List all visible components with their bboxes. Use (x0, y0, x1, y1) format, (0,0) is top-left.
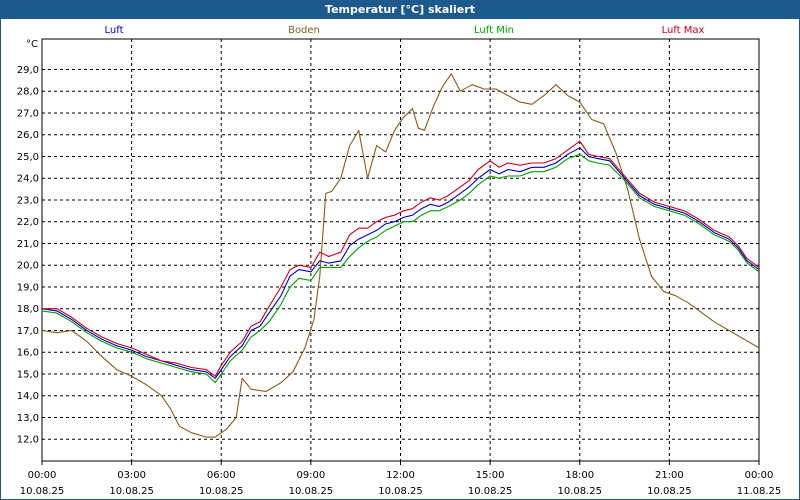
y-tick-label: 17,0 (17, 326, 39, 337)
x-tick-time: 00:00 (745, 470, 774, 481)
y-tick-label: 23,0 (17, 195, 39, 206)
y-tick-label: 15,0 (17, 369, 39, 380)
y-tick-label: 20,0 (17, 261, 39, 272)
x-tick-time: 18:00 (565, 470, 594, 481)
x-tick-date: 10.08.25 (199, 486, 244, 497)
x-tick-date: 11.08.25 (737, 486, 782, 497)
x-tick-date: 10.08.25 (468, 486, 513, 497)
y-tick-label: 28,0 (17, 87, 39, 98)
y-tick-labels: 12,0 13,0 14,0 15,0 16,0 17,0 18,0 19,0 20,0 21,0… (17, 65, 39, 446)
x-tick-date: 10.08.25 (289, 486, 334, 497)
legend-entry: Boden (288, 25, 320, 36)
temperature-chart: 12,0 13,0 14,0 15,0 16,0 17,0 18,0 19,0 20,0 21,0… (17, 25, 782, 497)
y-tick-label: 19,0 (17, 282, 39, 293)
legend-entry: Luft Max (662, 25, 705, 36)
y-tick-label: 26,0 (17, 130, 39, 141)
window-title: Temperatur [°C] skaliert (1, 1, 799, 19)
x-tick-time: 09:00 (296, 470, 325, 481)
x-tick-date: 10.08.25 (109, 486, 154, 497)
x-tick-time: 21:00 (655, 470, 684, 481)
y-tick-label: 18,0 (17, 304, 39, 315)
x-tick-labels: 00:00 10.08.25 03:00 10.08.25 06:00 10.08.25 0… (20, 470, 782, 497)
x-tick-date: 10.08.25 (647, 486, 692, 497)
legend: Luft Boden Luft Min Luft Max (105, 25, 705, 36)
y-tick-label: 22,0 (17, 217, 39, 228)
chart-window: Temperatur [°C] skaliert 12,0 13,0 14,0 15,… (0, 0, 800, 500)
y-tick-label: 16,0 (17, 348, 39, 359)
y-tick-label: 25,0 (17, 152, 39, 163)
x-tick-time: 03:00 (117, 470, 146, 481)
legend-entry: Luft (105, 25, 124, 36)
legend-entry: Luft Min (474, 25, 514, 36)
x-tick-date: 10.08.25 (378, 486, 423, 497)
x-tick-time: 00:00 (28, 470, 57, 481)
x-tick-date: 10.08.25 (20, 486, 65, 497)
y-tick-label: 24,0 (17, 174, 39, 185)
grid (42, 39, 759, 461)
x-tick-time: 15:00 (476, 470, 505, 481)
y-tick-label: 21,0 (17, 239, 39, 250)
x-tick-time: 12:00 (386, 470, 415, 481)
x-tick-date: 10.08.25 (557, 486, 602, 497)
y-axis-unit: °C (26, 39, 38, 50)
y-tick-label: 14,0 (17, 391, 39, 402)
y-tick-label: 29,0 (17, 65, 39, 76)
y-tick-label: 12,0 (17, 435, 39, 446)
x-tick-time: 06:00 (207, 470, 236, 481)
y-tick-label: 27,0 (17, 108, 39, 119)
y-tick-label: 13,0 (17, 413, 39, 424)
